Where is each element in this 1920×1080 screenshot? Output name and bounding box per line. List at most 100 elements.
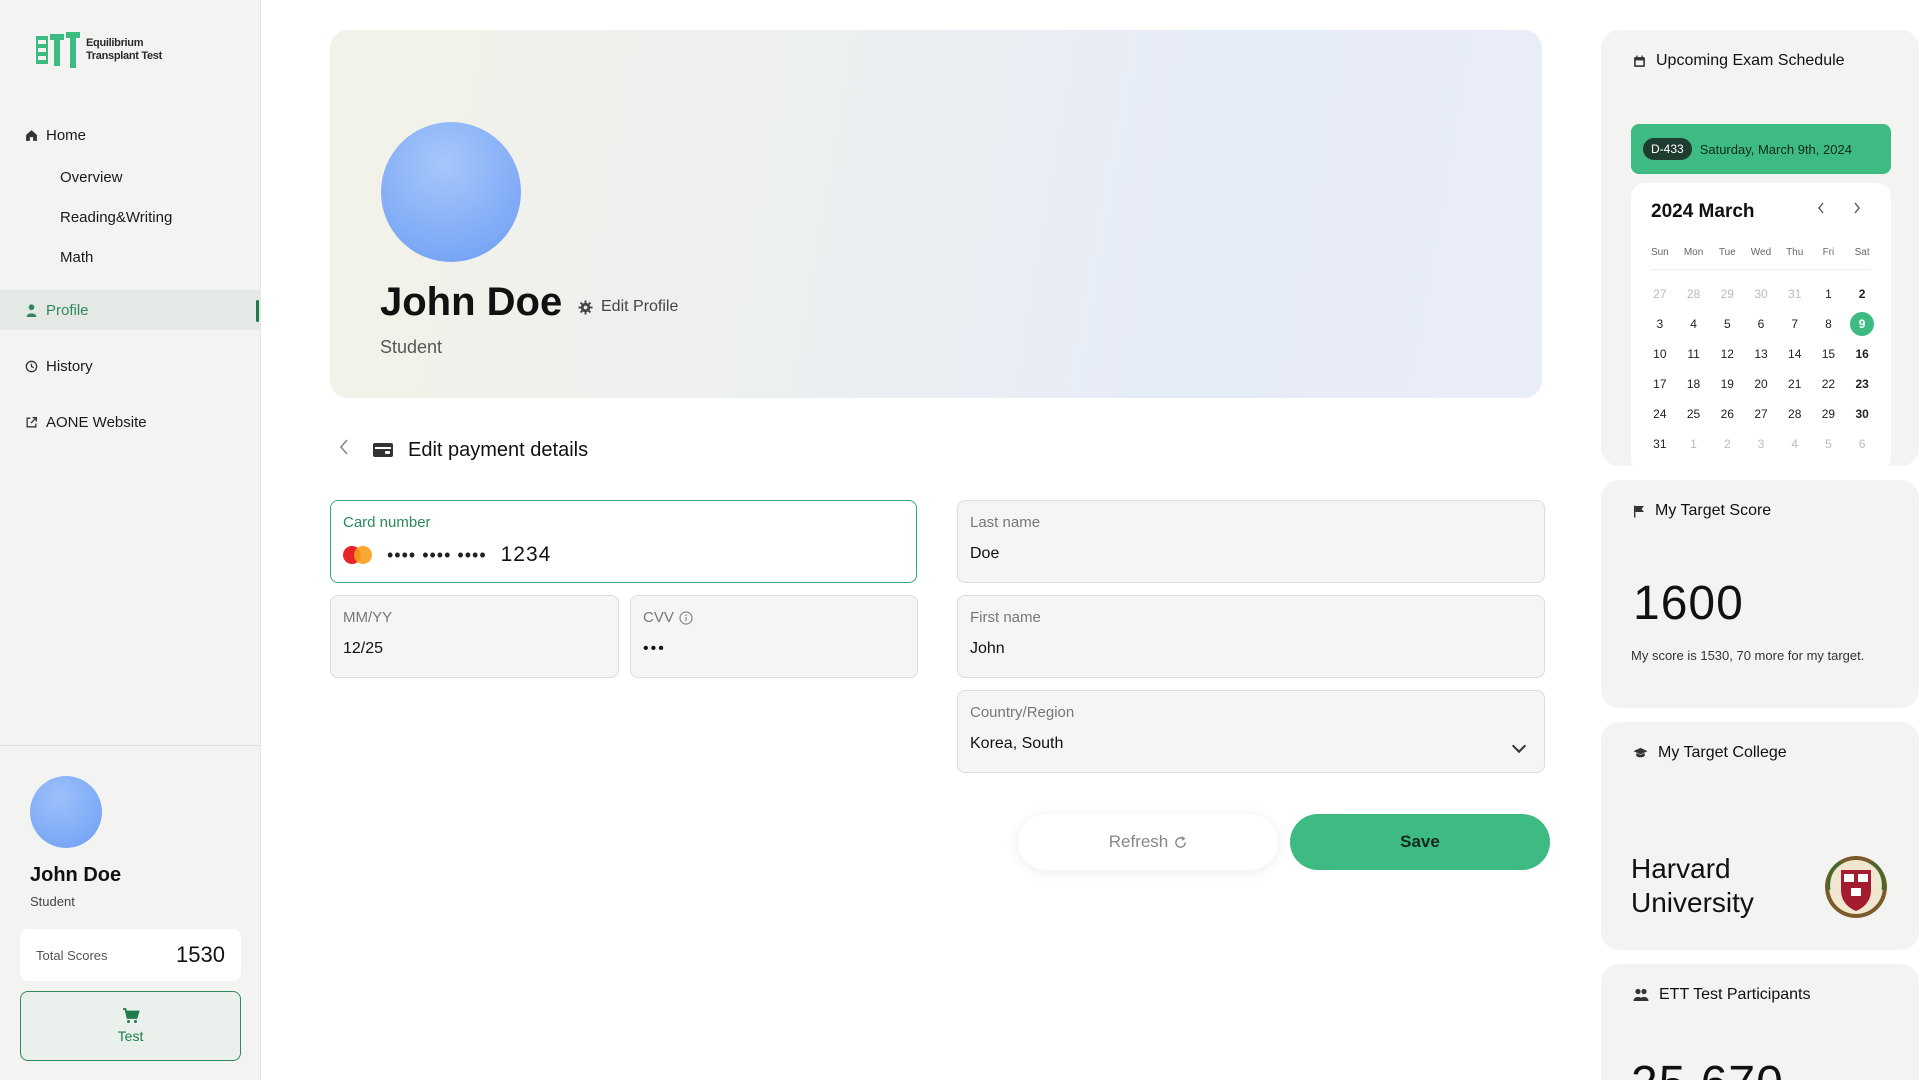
calendar-day-number: 22	[1821, 377, 1836, 391]
history-icon	[24, 359, 38, 373]
calendar-day[interactable]: 28	[1778, 399, 1812, 429]
sidebar-item-math[interactable]: Math	[60, 249, 93, 266]
calendar-day[interactable]: 12	[1710, 339, 1744, 369]
calendar-day[interactable]: 5	[1710, 309, 1744, 339]
calendar-day[interactable]: 20	[1744, 369, 1778, 399]
calendar-day-number: 31	[1653, 437, 1667, 451]
save-button[interactable]: Save	[1290, 814, 1550, 870]
calendar-day-number: 19	[1720, 377, 1734, 391]
calendar-day[interactable]: 31	[1778, 279, 1812, 309]
calendar-day-number: 20	[1754, 377, 1768, 391]
chevron-right-icon[interactable]	[1853, 201, 1861, 219]
calendar-day[interactable]: 2	[1710, 429, 1744, 459]
calendar-day[interactable]: 1	[1677, 429, 1711, 459]
cvv-field[interactable]: CVV •••	[630, 595, 918, 678]
dday-badge: D-433	[1643, 138, 1692, 160]
calendar-day[interactable]: 6	[1845, 429, 1879, 459]
users-icon	[1633, 988, 1649, 1001]
avatar[interactable]	[30, 776, 102, 848]
chevron-left-icon[interactable]	[1817, 201, 1825, 219]
calendar-day[interactable]: 13	[1744, 339, 1778, 369]
refresh-label: Refresh	[1108, 832, 1169, 851]
info-icon[interactable]	[679, 610, 693, 625]
calendar-day[interactable]: 22	[1812, 369, 1846, 399]
calendar-day[interactable]: 3	[1643, 309, 1677, 339]
calendar-day-number: 2	[1723, 437, 1731, 451]
calendar-day[interactable]: 27	[1744, 399, 1778, 429]
back-chevron-icon[interactable]	[338, 438, 358, 462]
calendar-day-number: 29	[1821, 407, 1836, 421]
calendar-day[interactable]: 17	[1643, 369, 1677, 399]
calendar-day[interactable]: 30	[1845, 399, 1879, 429]
calendar-day-selected[interactable]: 9	[1845, 309, 1879, 339]
calendar-day[interactable]: 4	[1778, 429, 1812, 459]
home-icon	[24, 128, 38, 142]
card-number-field[interactable]: Card number •••• •••• •••• 1234	[330, 500, 917, 583]
expiry-field[interactable]: MM/YY 12/25	[330, 595, 619, 678]
calendar-day[interactable]: 16	[1845, 339, 1879, 369]
test-button[interactable]: Test	[20, 991, 241, 1061]
weekday-label: Wed	[1750, 247, 1772, 258]
profile-avatar[interactable]	[381, 122, 521, 262]
calendar-day[interactable]: 28	[1677, 279, 1711, 309]
calendar-day[interactable]: 4	[1677, 309, 1711, 339]
calendar-day[interactable]: 30	[1744, 279, 1778, 309]
calendar-day[interactable]: 1	[1812, 279, 1846, 309]
calendar-day[interactable]: 8	[1812, 309, 1846, 339]
calendar-day[interactable]: 2	[1845, 279, 1879, 309]
sidebar-divider	[0, 745, 261, 746]
calendar-day[interactable]: 3	[1744, 429, 1778, 459]
refresh-button[interactable]: Refresh	[1018, 814, 1278, 870]
sidebar-item-reading-writing[interactable]: Reading&Writing	[60, 209, 172, 226]
sidebar-item-label: History	[46, 357, 93, 375]
sidebar-item-overview[interactable]: Overview	[60, 169, 123, 186]
calendar-day[interactable]: 10	[1643, 339, 1677, 369]
calendar-day-number: 1	[1825, 287, 1832, 301]
calendar-day[interactable]: 26	[1710, 399, 1744, 429]
participants-header: ETT Test Participants	[1633, 986, 1810, 1004]
calendar-day[interactable]: 14	[1778, 339, 1812, 369]
calendar-day[interactable]: 23	[1845, 369, 1879, 399]
calendar-day-number: 2	[1858, 287, 1866, 301]
brand-line-2: Transplant Test	[86, 50, 162, 62]
cvv-label: CVV	[643, 609, 674, 626]
calendar-day[interactable]: 24	[1643, 399, 1677, 429]
calendar-day-number: 21	[1788, 377, 1802, 391]
expiry-value: 12/25	[343, 640, 384, 657]
last-name-field[interactable]: Last name Doe	[957, 500, 1545, 583]
calendar-day[interactable]: 19	[1710, 369, 1744, 399]
calendar-day-number: 9	[1850, 312, 1875, 336]
calendar-day[interactable]: 31	[1643, 429, 1677, 459]
calendar-day[interactable]: 6	[1744, 309, 1778, 339]
calendar-day[interactable]: 29	[1710, 279, 1744, 309]
calendar-day[interactable]: 7	[1778, 309, 1812, 339]
exam-date: Saturday, March 9th, 2024	[1699, 141, 1852, 157]
calendar-day-number: 27	[1754, 407, 1768, 421]
calendar-day-number: 28	[1788, 407, 1802, 421]
expiry-label: MM/YY	[343, 609, 393, 626]
exam-date-pill[interactable]: D-433 Saturday, March 9th, 2024	[1631, 124, 1891, 174]
brand-name: Equilibrium Transplant Test	[86, 37, 162, 63]
sidebar-user-role: Student	[30, 894, 75, 909]
sidebar-item-history[interactable]: History	[0, 346, 261, 386]
calendar-day[interactable]: 25	[1677, 399, 1711, 429]
calendar-day[interactable]: 29	[1812, 399, 1846, 429]
calendar-day[interactable]: 21	[1778, 369, 1812, 399]
sidebar-item-aone-website[interactable]: AONE Website	[0, 402, 261, 442]
country-select[interactable]: Country/Region Korea, South	[957, 690, 1545, 773]
calendar-day[interactable]: 27	[1643, 279, 1677, 309]
first-name-field[interactable]: First name John	[957, 595, 1545, 678]
sidebar-item-label: Home	[46, 126, 87, 144]
calendar-day[interactable]: 5	[1812, 429, 1846, 459]
brand-logo[interactable]: Equilibrium Transplant Test	[36, 30, 162, 70]
calendar-day[interactable]: 11	[1677, 339, 1711, 369]
calendar-day[interactable]: 15	[1812, 339, 1846, 369]
profile-banner: John Doe Edit Profile Student	[330, 30, 1542, 398]
sidebar-item-profile[interactable]: Profile	[0, 290, 261, 330]
calendar-day[interactable]: 18	[1677, 369, 1711, 399]
calendar-divider	[1651, 269, 1871, 270]
sidebar-item-home[interactable]: Home	[0, 115, 261, 155]
edit-profile-button[interactable]: Edit Profile	[578, 298, 678, 316]
calendar-day-number: 28	[1686, 287, 1701, 301]
target-score-title: My Target Score	[1655, 502, 1772, 519]
